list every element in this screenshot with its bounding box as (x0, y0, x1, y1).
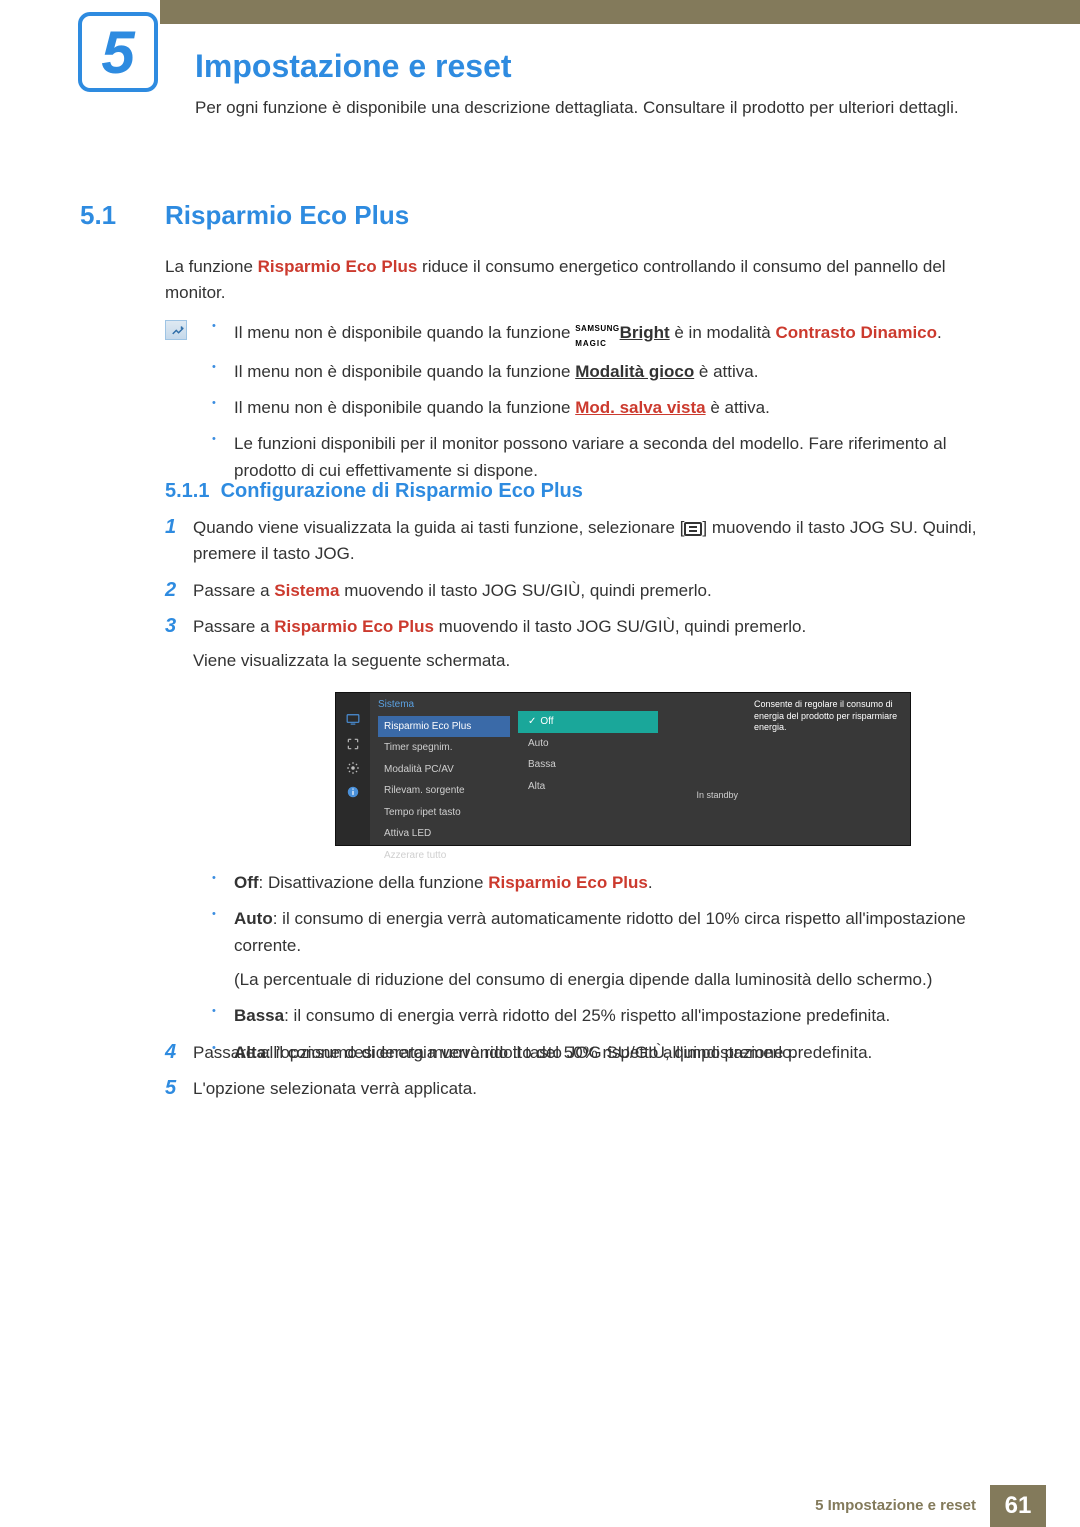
step-1: 1 Quando viene visualizzata la guida ai … (165, 515, 992, 568)
osd-menu-item: Azzerare tutto (378, 845, 510, 867)
step-2: 2 Passare a Sistema muovendo il tasto JO… (165, 578, 992, 604)
osd-option-column: Off Auto Bassa Alta (518, 693, 658, 845)
option-auto: Auto: il consumo di energia verrà automa… (212, 906, 992, 993)
section-title: Risparmio Eco Plus (165, 195, 409, 235)
section-number: 5.1 (80, 195, 116, 235)
section-intro: La funzione Risparmio Eco Plus riduce il… (165, 254, 992, 307)
osd-option: Off (518, 711, 658, 733)
subsection-heading: 5.1.1 Configurazione di Risparmio Eco Pl… (165, 476, 583, 507)
osd-option: Alta (518, 776, 658, 798)
osd-screenshot: Sistema Risparmio Eco Plus Timer spegnim… (335, 692, 911, 846)
step-list-1: 1 Quando viene visualizzata la guida ai … (165, 515, 992, 685)
option-bassa: Bassa: il consumo di energia verrà ridot… (212, 1003, 992, 1029)
osd-header: Sistema (378, 697, 510, 713)
step-3: 3 Passare a Risparmio Eco Plus muovendo … (165, 614, 992, 675)
resize-icon (344, 737, 362, 751)
info-icon (344, 785, 362, 799)
osd-menu-item: Attiva LED (378, 823, 510, 845)
osd-menu-item: Timer spegnim. (378, 737, 510, 759)
page-number: 61 (990, 1485, 1046, 1527)
menu-icon (684, 522, 702, 536)
osd-menu-item: Modalità PC/AV (378, 759, 510, 781)
step-list-2: 4 Passare all'opzione desiderata muovend… (165, 1040, 992, 1113)
osd-menu-column: Sistema Risparmio Eco Plus Timer spegnim… (370, 693, 518, 845)
osd-menu-item: Tempo ripet tasto (378, 802, 510, 824)
chapter-intro: Per ogni funzione è disponibile una desc… (195, 95, 992, 121)
note-item: Il menu non è disponibile quando la funz… (212, 395, 992, 421)
step-4: 4 Passare all'opzione desiderata muovend… (165, 1040, 992, 1066)
option-off: Off: Disattivazione della funzione Rispa… (212, 870, 992, 896)
gear-icon (344, 761, 362, 775)
chapter-number-box: 5 (78, 12, 158, 92)
step-5: 5 L'opzione selezionata verrà applicata. (165, 1076, 992, 1102)
page-footer: 5 Impostazione e reset 61 (0, 1485, 1080, 1527)
note-list: Il menu non è disponibile quando la funz… (212, 318, 992, 494)
chapter-number: 5 (101, 6, 134, 99)
note-icon (165, 320, 187, 340)
top-band (0, 0, 1080, 24)
osd-description: Consente di regolare il consumo di energ… (744, 693, 910, 845)
osd-option: Auto (518, 733, 658, 755)
chapter-title: Impostazione e reset (195, 42, 512, 92)
osd-icon-column (336, 693, 370, 845)
note-item: Il menu non è disponibile quando la funz… (212, 359, 992, 385)
osd-value: In standby (658, 789, 744, 803)
osd-menu-item: Risparmio Eco Plus (378, 716, 510, 738)
footer-caption: 5 Impostazione e reset (801, 1485, 990, 1527)
osd-option: Bassa (518, 754, 658, 776)
osd-values-column: In standby (658, 693, 744, 845)
monitor-icon (344, 713, 362, 727)
note-item: Il menu non è disponibile quando la funz… (212, 318, 992, 349)
osd-menu-item: Rilevam. sorgente (378, 780, 510, 802)
